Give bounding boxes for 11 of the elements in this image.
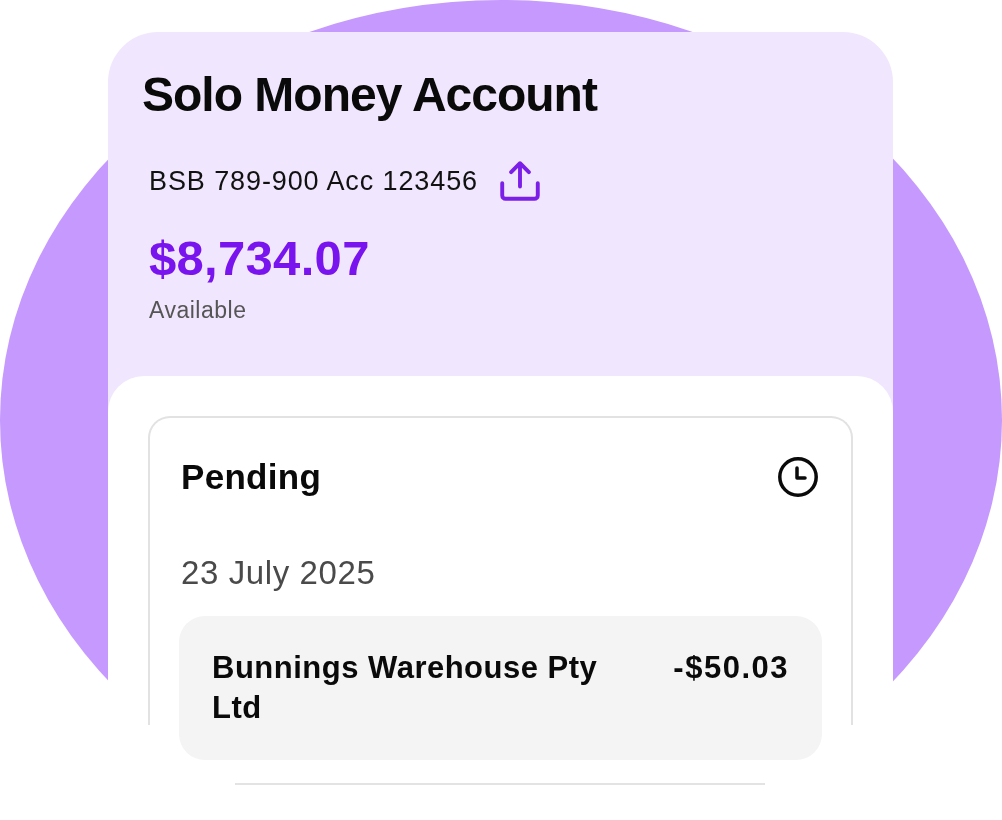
clock-icon[interactable] xyxy=(778,457,818,497)
date-heading: 23 July 2025 xyxy=(180,553,377,593)
transaction-card[interactable]: Bunnings Warehouse Pty Ltd -$50.03 xyxy=(179,616,822,760)
merchant-name: Bunnings Warehouse Pty Ltd xyxy=(212,649,599,727)
share-icon[interactable] xyxy=(500,161,541,201)
transaction-amount: -$50.03 xyxy=(673,649,789,687)
account-details: BSB 789-900 Acc 123456 xyxy=(149,165,479,198)
account-title: Solo Money Account xyxy=(142,67,599,123)
section-title: Pending xyxy=(181,456,322,498)
balance-amount: $8,734.07 xyxy=(149,230,371,286)
balance-label: Available xyxy=(149,296,248,324)
